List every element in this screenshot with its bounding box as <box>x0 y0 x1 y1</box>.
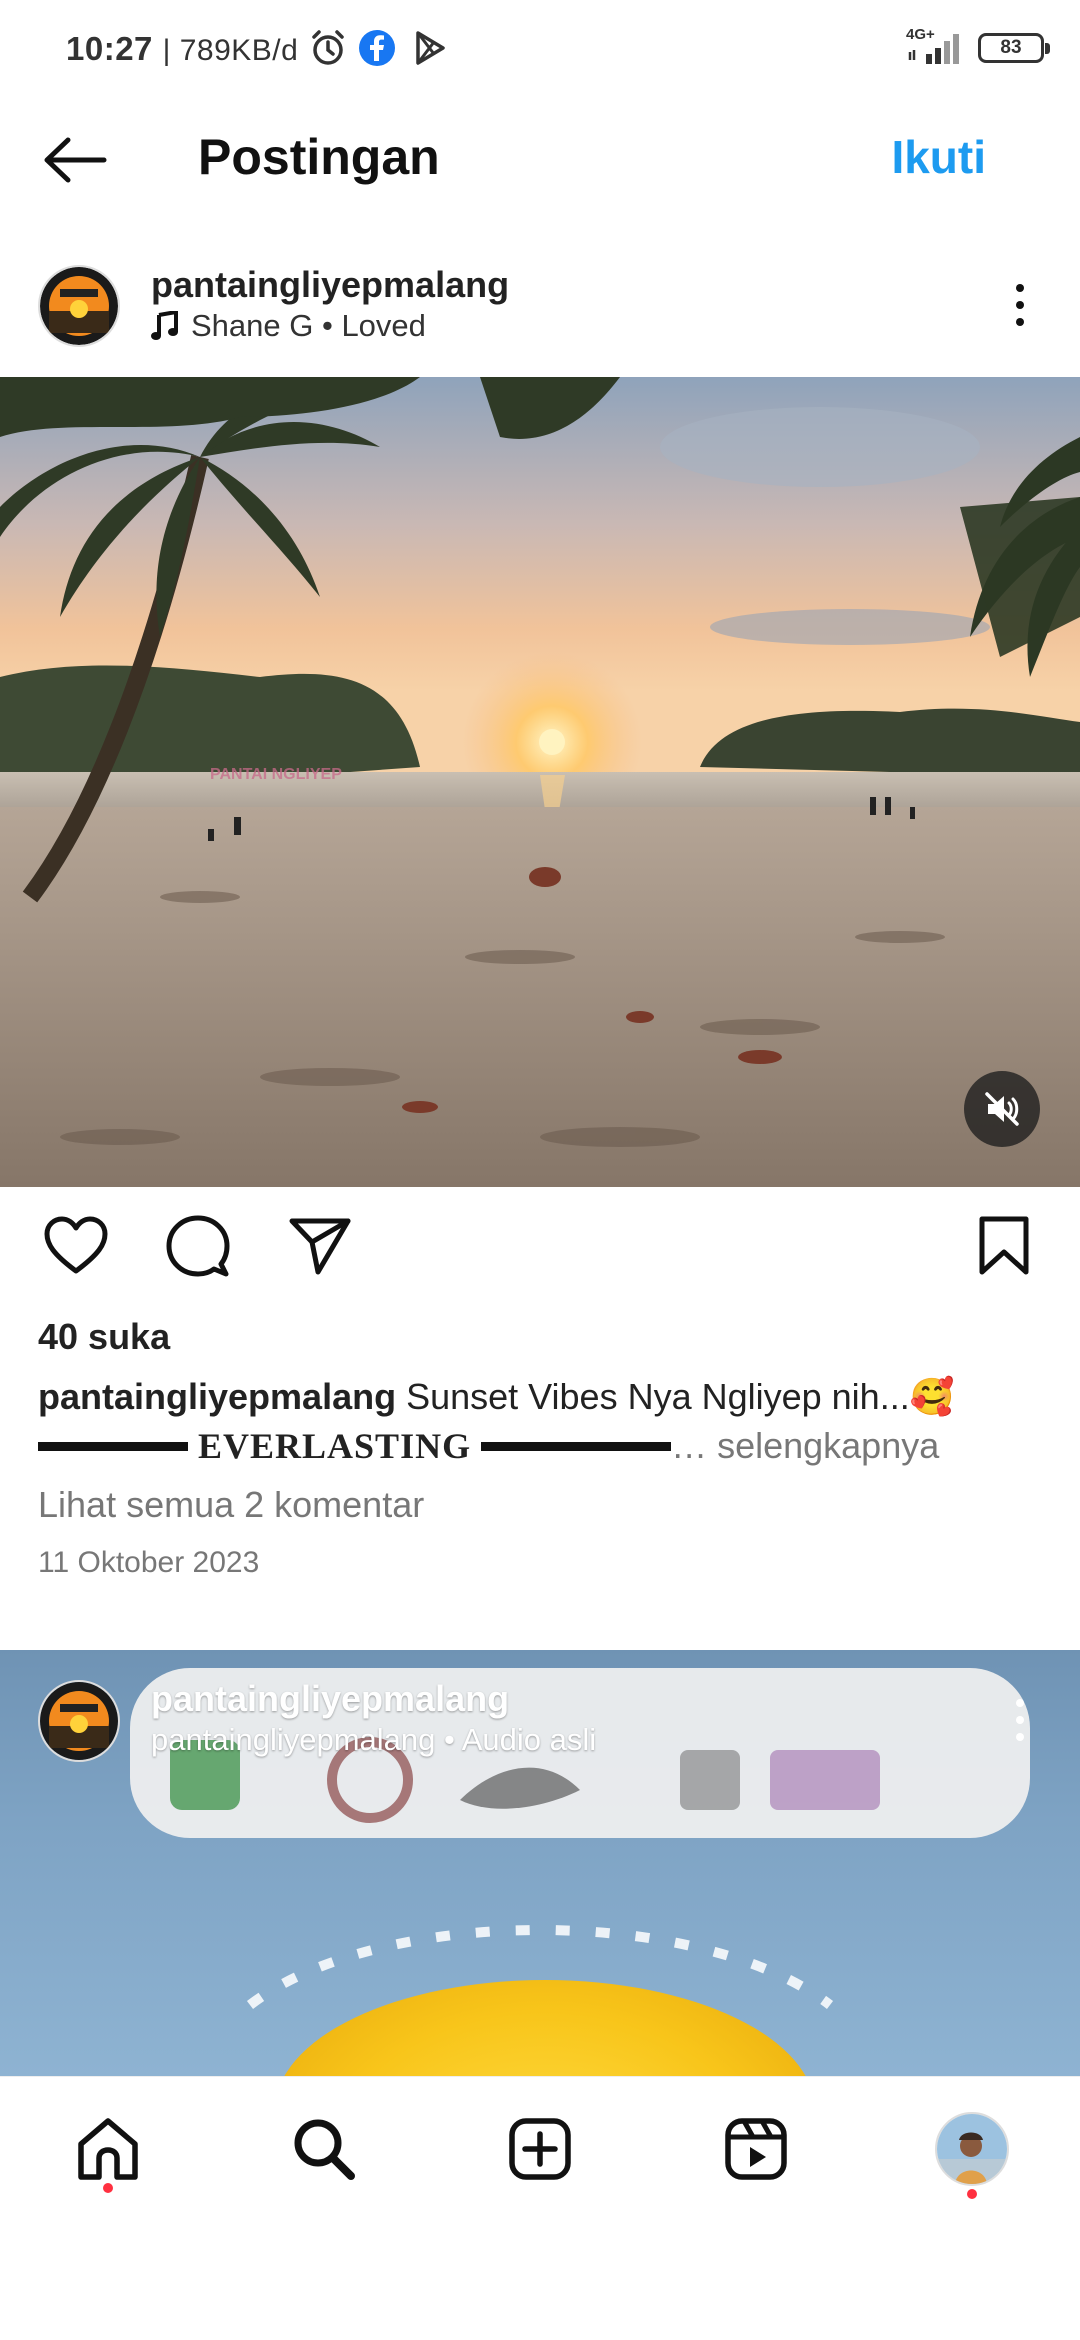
see-more-link[interactable]: … selengkapnya <box>671 1425 939 1467</box>
post-date: 11 Oktober 2023 <box>38 1546 260 1579</box>
reels-icon <box>725 2118 787 2180</box>
post-media-video[interactable]: PANTAI NGLIYEP <box>0 377 1080 1187</box>
dot <box>1016 1699 1024 1707</box>
avatar-logo-image <box>40 1682 118 1760</box>
caption-text: Sunset Vibes Nya Ngliyep nih...🥰 <box>406 1376 955 1417</box>
music-note-icon <box>151 311 178 340</box>
status-time: 10:27 | 789KB/d <box>66 30 299 67</box>
play-store-icon <box>416 31 445 65</box>
dot <box>1016 1733 1024 1741</box>
battery-icon: 83 <box>978 33 1050 63</box>
alarm-icon <box>312 30 344 65</box>
back-button[interactable] <box>40 130 110 190</box>
divider-line <box>38 1441 188 1451</box>
dot <box>1016 301 1024 309</box>
add-post-icon <box>509 2118 571 2180</box>
search-icon <box>294 2119 355 2180</box>
next-post-more-button[interactable] <box>1000 1690 1040 1750</box>
top-app-bar: Postingan Ikuti <box>0 100 1080 220</box>
svg-text:PANTAI NGLIYEP: PANTAI NGLIYEP <box>210 766 342 783</box>
post-header: pantaingliyepmalang Shane G • Loved <box>0 250 1080 370</box>
signal-icon: 4G+ <box>906 26 964 66</box>
post-username[interactable]: pantaingliyepmalang <box>151 264 509 306</box>
home-notification-dot <box>103 2183 113 2193</box>
share-button[interactable] <box>284 1210 356 1282</box>
home-icon <box>78 2118 138 2180</box>
avatar-logo-image <box>40 267 118 345</box>
bottom-navigation <box>0 2076 1080 2226</box>
profile-notification-dot <box>967 2189 977 2199</box>
status-right: 4G+ 83 <box>906 26 1050 66</box>
caption-line-2: EVERLASTING … selengkapnya <box>38 1425 1048 1467</box>
next-post-avatar[interactable] <box>38 1680 120 1762</box>
next-post-audio[interactable]: pantaingliyepmalang • Audio asli <box>151 1722 596 1758</box>
likes-count[interactable]: 40 suka <box>38 1316 170 1358</box>
music-label: Shane G • Loved <box>191 308 426 343</box>
view-comments-link[interactable]: Lihat semua 2 komentar <box>38 1484 424 1526</box>
mute-button[interactable] <box>964 1071 1040 1147</box>
caption-username[interactable]: pantaingliyepmalang <box>38 1376 396 1417</box>
caption-everlasting: EVERLASTING <box>198 1426 472 1466</box>
save-button[interactable] <box>968 1210 1040 1282</box>
comment-bubble-icon <box>166 1215 230 1277</box>
nav-create[interactable] <box>500 2109 580 2189</box>
divider-line <box>481 1441 672 1451</box>
dot <box>1016 1716 1024 1724</box>
page-title: Postingan <box>198 129 440 185</box>
post-caption: pantaingliyepmalang Sunset Vibes Nya Ngl… <box>38 1372 1048 1422</box>
status-speed: | 789KB/d <box>162 34 299 67</box>
nav-home[interactable] <box>68 2109 148 2189</box>
profile-photo-image <box>937 2114 1007 2184</box>
facebook-icon <box>359 30 395 66</box>
next-post-username[interactable]: pantaingliyepmalang <box>151 1678 509 1720</box>
profile-avatar <box>935 2112 1009 2186</box>
heart-icon <box>44 1216 108 1274</box>
speaker-muted-icon <box>985 1092 1019 1126</box>
dot <box>1016 284 1024 292</box>
dot <box>1016 318 1024 326</box>
like-button[interactable] <box>40 1210 112 1282</box>
send-paper-plane-icon <box>289 1218 351 1275</box>
back-arrow-icon <box>44 137 107 183</box>
post-music[interactable]: Shane G • Loved <box>151 308 426 344</box>
post-avatar[interactable] <box>38 265 120 347</box>
battery-level: 83 <box>1000 37 1022 58</box>
follow-button[interactable]: Ikuti <box>891 130 986 184</box>
post-actions <box>0 1210 1080 1290</box>
comment-button[interactable] <box>162 1210 234 1282</box>
nav-search[interactable] <box>284 2109 364 2189</box>
nav-reels[interactable] <box>716 2109 796 2189</box>
status-bar: 10:27 | 789KB/d 4G+ 83 <box>0 0 1080 100</box>
post-more-button[interactable] <box>1000 275 1040 335</box>
nav-profile[interactable] <box>932 2109 1012 2189</box>
beach-sunset-image: PANTAI NGLIYEP <box>0 377 1080 1187</box>
next-post[interactable]: pantaingliyepmalang pantaingliyepmalang … <box>0 1650 1080 2076</box>
bookmark-icon <box>979 1216 1029 1275</box>
